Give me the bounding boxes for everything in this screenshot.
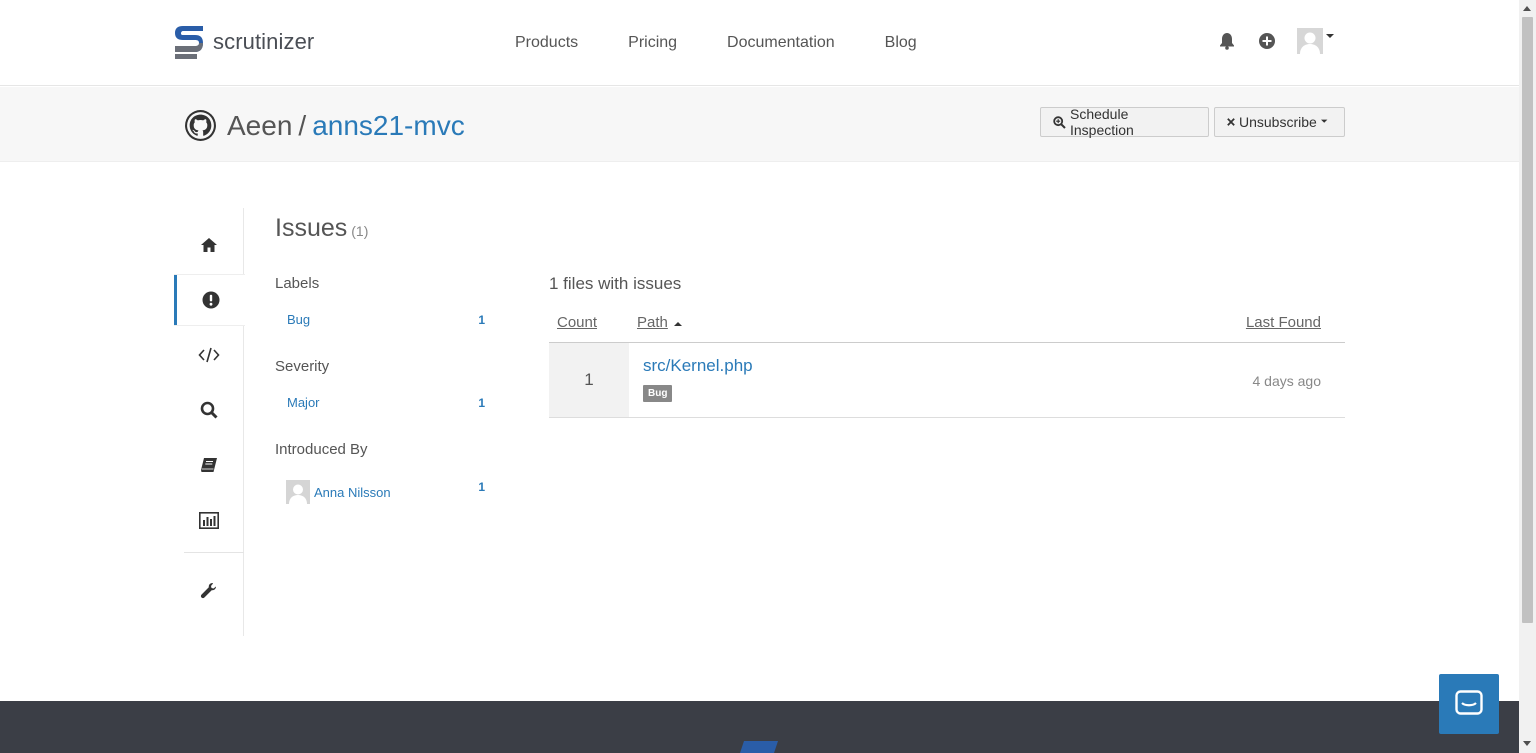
table-header-divider [549,342,1345,343]
column-path-label: Path [637,314,668,331]
sidebar-item-code[interactable] [174,330,244,380]
sort-up-icon [674,322,683,326]
sidebar-item-docs[interactable] [174,440,244,490]
scrutinizer-logo-icon [175,26,203,59]
code-icon [198,347,220,363]
issues-icon [202,291,220,309]
issues-count: (1) [351,223,369,239]
repo-title: Aeen / anns21-mvc [184,109,465,142]
sidebar-item-issues[interactable] [174,275,245,325]
side-navigation [174,208,245,636]
column-path-header[interactable]: Path [637,314,683,331]
home-icon [201,238,217,252]
facet-count: 1 [478,312,485,327]
files-table: Count Path Last Found 1 src/Kernel.php B… [549,306,1345,420]
repo-name[interactable]: anns21-mvc [312,110,465,142]
scroll-up-icon[interactable] [1523,6,1531,11]
sidebar-item-settings[interactable] [174,566,244,616]
search-plus-icon [1053,115,1066,129]
facet-author-anna-nilsson[interactable]: Anna Nilsson 1 [286,478,485,504]
sidebar-item-home[interactable] [174,220,244,270]
facet-count: 1 [478,395,485,410]
page-title: Issues (1) [275,214,368,243]
unsubscribe-button[interactable]: Unsubscribe [1214,107,1345,137]
user-avatar [1297,28,1323,54]
github-icon [185,110,216,141]
sidebar-divider [184,552,244,553]
facet-label-bug[interactable]: Bug 1 [287,312,485,327]
row-label-badge: Bug [643,385,673,402]
nav-products[interactable]: Products [515,34,578,52]
facet-severity-major[interactable]: Major 1 [287,395,485,410]
column-count-header[interactable]: Count [557,314,597,331]
column-last-found-header[interactable]: Last Found [1246,314,1321,331]
facet-labels-heading: Labels [275,275,320,292]
facet-severity-heading: Severity [275,358,330,375]
search-icon [200,401,218,419]
facet-label-bug-link[interactable]: Bug [287,312,310,327]
main-nav: Products Pricing Documentation Blog [515,34,967,52]
sidebar-item-statistics[interactable] [174,495,244,545]
repository-header: Aeen / anns21-mvc Schedule Inspection Un… [0,87,1519,162]
book-icon [201,458,217,472]
nav-pricing[interactable]: Pricing [628,34,677,52]
caret-down-icon [1326,34,1334,38]
repo-owner[interactable]: Aeen [227,110,292,142]
row-count-cell: 1 [549,343,629,417]
facet-author-link[interactable]: Anna Nilsson [314,485,391,500]
facet-severity-major-link[interactable]: Major [287,395,320,410]
page-scrollbar[interactable] [1519,0,1536,753]
facet-introduced-by-heading: Introduced By [275,441,368,458]
bell-icon[interactable] [1217,31,1237,51]
row-path-link[interactable]: src/Kernel.php [643,356,753,376]
nav-icons [1217,28,1357,54]
files-heading: 1 files with issues [549,274,682,293]
table-row-divider [549,417,1345,418]
repo-separator: / [298,109,307,141]
wrench-icon [200,583,216,599]
sidebar-item-search[interactable] [174,385,244,435]
plus-circle-icon[interactable] [1257,31,1277,51]
footer-logo-icon [740,741,778,753]
issues-title: Issues [275,214,348,242]
chat-icon [1455,690,1483,715]
facet-count: 1 [478,480,485,494]
brand-name: scrutinizer [213,29,315,54]
nav-documentation[interactable]: Documentation [727,34,835,52]
row-last-found: 4 days ago [1252,373,1322,389]
scroll-thumb[interactable] [1522,17,1533,623]
schedule-inspection-button[interactable]: Schedule Inspection [1040,106,1209,138]
footer [0,701,1519,753]
scroll-down-icon[interactable] [1523,741,1531,746]
avatar [286,480,310,504]
schedule-inspection-label: Schedule Inspection [1069,106,1134,138]
user-menu[interactable] [1297,28,1337,54]
close-icon [1227,118,1235,126]
bar-chart-icon [199,511,219,529]
chat-widget-button[interactable] [1439,674,1499,734]
caret-down-icon [1320,119,1328,123]
brand-logo[interactable]: scrutinizer [173,24,314,60]
unsubscribe-label: Unsubscribe [1238,114,1317,130]
top-navbar: scrutinizer Products Pricing Documentati… [0,0,1519,86]
nav-blog[interactable]: Blog [885,34,917,52]
